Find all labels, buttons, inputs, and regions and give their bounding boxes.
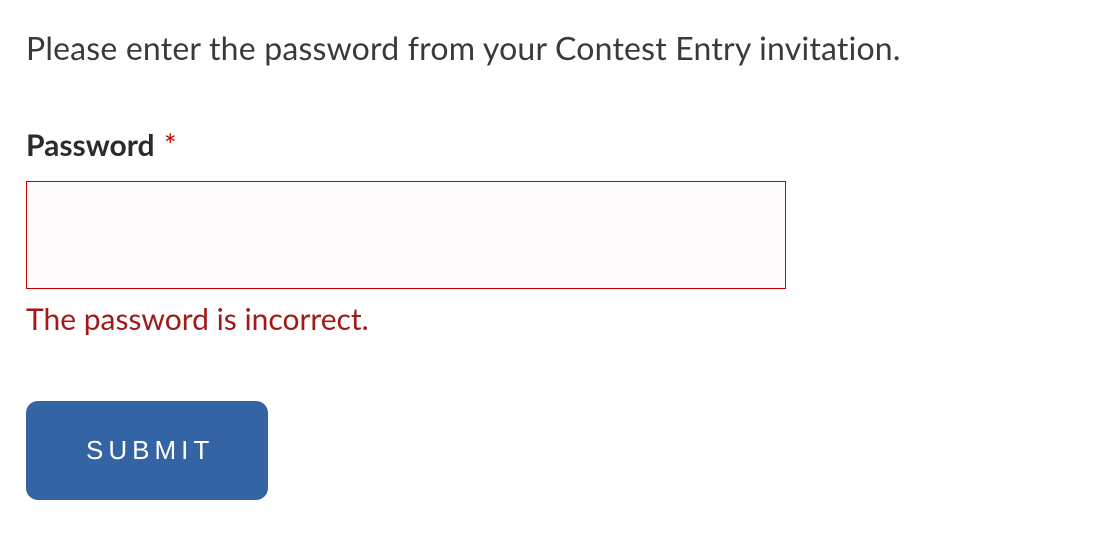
instruction-text: Please enter the password from your Cont… bbox=[26, 28, 1090, 67]
required-asterisk: * bbox=[164, 127, 177, 163]
password-input[interactable] bbox=[26, 181, 786, 289]
error-message: The password is incorrect. bbox=[26, 301, 1090, 337]
password-label: Password * bbox=[26, 127, 1090, 163]
password-label-text: Password bbox=[26, 127, 155, 163]
submit-button[interactable]: SUBMIT bbox=[26, 401, 268, 500]
